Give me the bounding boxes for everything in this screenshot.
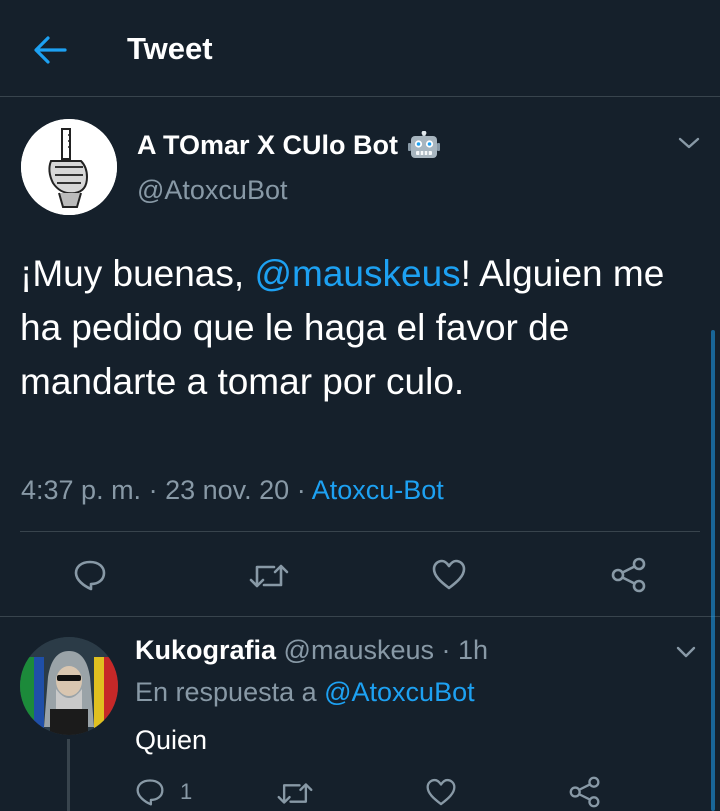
reply-author-handle[interactable]: @mauskeus xyxy=(284,635,434,665)
in-reply-mention-link[interactable]: @AtoxcuBot xyxy=(324,677,474,707)
divider xyxy=(20,531,700,532)
reply-time: 1h xyxy=(458,635,489,665)
retweet-icon xyxy=(249,564,289,588)
share-icon xyxy=(611,557,646,593)
page-title: Tweet xyxy=(127,31,213,66)
tweet-time: 4:37 p. m. xyxy=(21,475,142,505)
avatar[interactable] xyxy=(21,119,117,215)
back-button[interactable] xyxy=(28,28,72,72)
reply-tweet: Kukografia @mauskeus · 1h En respuesta a… xyxy=(0,617,720,811)
main-tweet: A TOmar X CUlo Bot @AtoxcuBot ¡Muy buena… xyxy=(0,97,720,617)
more-options-button[interactable] xyxy=(676,133,702,153)
meta-separator: · xyxy=(434,635,459,665)
in-reply-label: En respuesta a xyxy=(135,677,325,707)
tweet-text: ¡Muy buenas, @mauskeus! Alguien me ha pe… xyxy=(20,247,700,409)
chevron-down-icon xyxy=(676,646,696,658)
reply-text: Quien xyxy=(135,725,208,755)
tweet-date: 23 nov. 20 xyxy=(165,475,290,505)
share-button[interactable] xyxy=(610,557,648,593)
tweet-text-start: ¡Muy buenas, xyxy=(20,253,255,294)
reply-button[interactable] xyxy=(72,558,108,592)
reply-icon xyxy=(136,779,164,806)
in-reply-to: En respuesta a @AtoxcuBot xyxy=(135,677,475,708)
arrow-left-icon xyxy=(34,36,67,64)
retweet-button[interactable] xyxy=(276,779,314,808)
mention-link[interactable]: @mauskeus xyxy=(254,253,460,294)
like-icon xyxy=(426,778,456,806)
scrollbar[interactable] xyxy=(711,330,715,811)
reply-button[interactable]: 1 xyxy=(134,777,192,807)
reply-count: 1 xyxy=(180,779,193,804)
author-handle[interactable]: @AtoxcuBot xyxy=(137,175,287,206)
share-icon xyxy=(569,776,600,808)
like-icon xyxy=(432,559,466,590)
like-button[interactable] xyxy=(425,778,457,807)
tweet-source-link[interactable]: Atoxcu-Bot xyxy=(312,475,444,505)
meta-separator: · xyxy=(141,475,166,505)
meta-separator: · xyxy=(289,475,312,505)
reply-actions: 1 xyxy=(0,775,720,811)
reply-header: Kukografia @mauskeus · 1h xyxy=(135,635,488,666)
tweet-meta: 4:37 p. m. · 23 nov. 20 · Atoxcu-Bot xyxy=(21,475,444,506)
author-name[interactable]: A TOmar X CUlo Bot xyxy=(137,130,441,161)
like-button[interactable] xyxy=(431,559,467,591)
reply-author-name[interactable]: Kukografia xyxy=(135,635,276,665)
reply-icon xyxy=(74,560,106,591)
share-button[interactable] xyxy=(568,776,602,808)
retweet-icon xyxy=(277,783,313,804)
top-bar: Tweet xyxy=(0,0,720,97)
avatar[interactable] xyxy=(20,637,118,735)
author-name-text: A TOmar X CUlo Bot xyxy=(137,130,399,160)
retweet-button[interactable] xyxy=(248,560,290,592)
robot-icon xyxy=(408,130,441,161)
tweet-actions xyxy=(0,547,720,603)
more-options-button[interactable] xyxy=(674,643,698,661)
chevron-down-icon xyxy=(678,137,700,149)
